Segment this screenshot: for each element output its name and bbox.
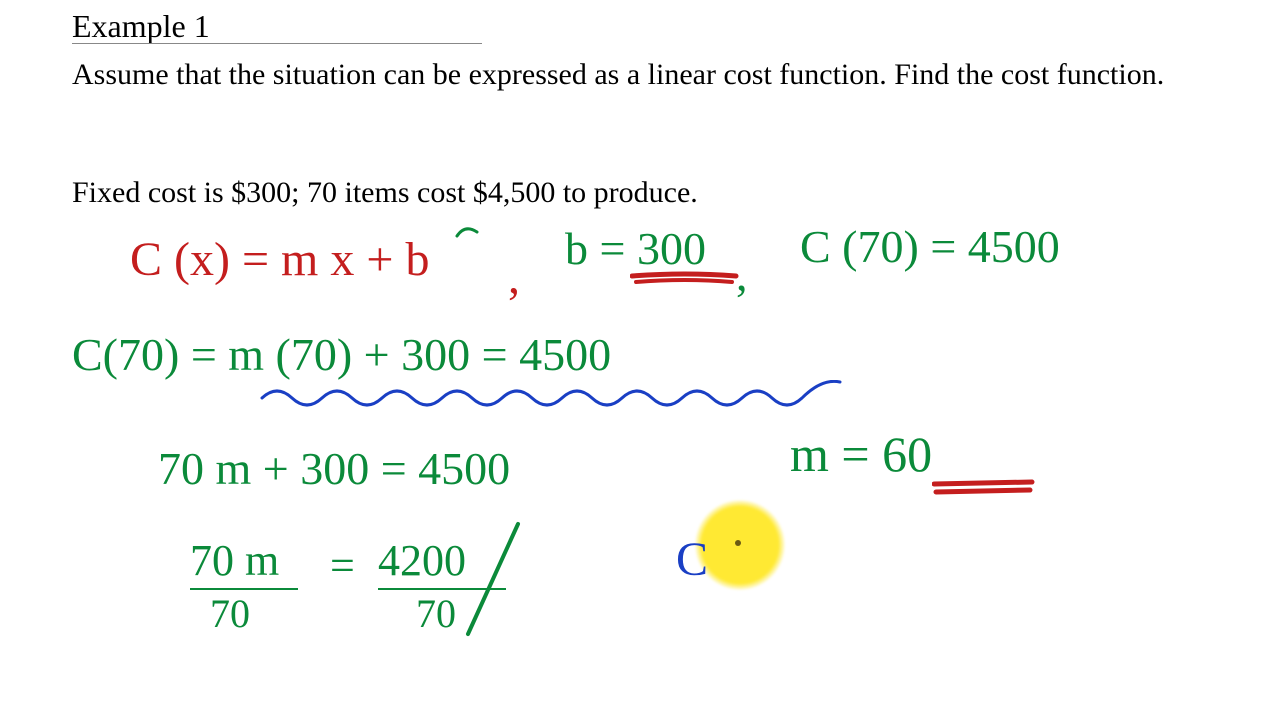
hand-cx-equals-mx-plus-b: C (x) = m x + b	[130, 232, 429, 287]
example-title: Example 1	[72, 6, 210, 48]
cursor-dot-icon	[735, 540, 741, 546]
hand-frac-right-numer: 4200	[378, 535, 466, 586]
problem-prompt: Assume that the situation can be express…	[72, 55, 1200, 94]
hand-c70-expansion: C(70) = m (70) + 300 = 4500	[72, 328, 611, 381]
hand-c70-equals-4500: C (70) = 4500	[800, 220, 1060, 273]
squiggle-underline-icon	[260, 380, 850, 410]
title-underline	[72, 43, 482, 44]
hand-b-equals-300: b = 300	[565, 222, 706, 275]
problem-given: Fixed cost is $300; 70 items cost $4,500…	[72, 173, 698, 212]
tick-mark-icon	[455, 222, 479, 242]
hand-frac-right-denom: 70	[416, 590, 456, 637]
hand-70m-plus-300: 70 m + 300 = 4500	[158, 442, 510, 495]
cancel-slash-icon	[460, 520, 530, 640]
comma-1: ,	[508, 250, 520, 305]
comma-2: ,	[736, 248, 748, 301]
underline-300-icon	[630, 270, 740, 286]
hand-m-equals-60: m = 60	[790, 425, 932, 483]
hand-blue-c: C	[676, 532, 708, 587]
equals-sign: =	[330, 540, 355, 591]
underline-60-icon	[932, 478, 1037, 498]
hand-frac-left-numer: 70 m	[190, 535, 279, 586]
hand-frac-left-denom: 70	[210, 590, 250, 637]
